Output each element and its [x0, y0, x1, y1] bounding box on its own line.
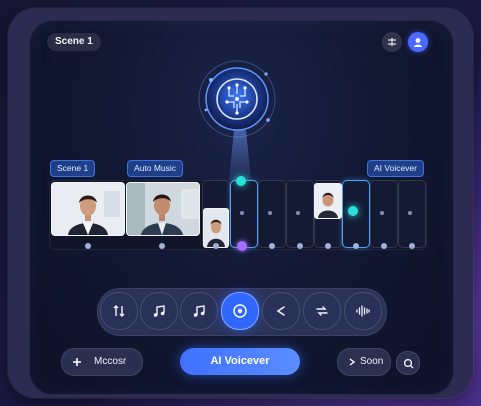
add-media-button[interactable]: Mccosr	[61, 348, 143, 376]
video-clip-4[interactable]	[314, 183, 342, 219]
track-dot	[409, 243, 415, 249]
trim-icon	[113, 305, 125, 317]
man-portrait-4	[315, 184, 341, 218]
transition-icon	[316, 306, 328, 316]
man-portrait-1	[52, 183, 124, 235]
soon-label: Soon	[360, 356, 384, 367]
slot-dot	[268, 211, 272, 215]
timeline-slot-4[interactable]	[286, 180, 314, 248]
scene-track-label[interactable]: Scene 1	[50, 160, 96, 177]
waveform-button[interactable]	[344, 292, 382, 330]
settings-button[interactable]	[382, 32, 402, 52]
share-icon	[276, 306, 285, 316]
add-media-label: Mccosr	[94, 356, 127, 367]
timeline-slot-2[interactable]	[230, 180, 258, 248]
record-icon	[233, 304, 247, 318]
playhead-marker[interactable]	[236, 176, 246, 186]
waveform-icon	[356, 305, 370, 317]
track-dot	[381, 243, 387, 249]
music-button-2[interactable]	[180, 292, 218, 330]
chevron-right-icon	[349, 358, 356, 366]
slot-dot	[380, 211, 384, 215]
music-button-1[interactable]	[140, 292, 178, 330]
scene-title-pill[interactable]: Scene 1	[47, 33, 101, 51]
auto-music-label[interactable]: Auto Music	[127, 160, 184, 177]
playhead-bottom-marker[interactable]	[237, 241, 247, 251]
man-portrait-3	[204, 209, 228, 247]
slot-dot	[296, 211, 300, 215]
auto-music-label-text: Auto Music	[134, 163, 177, 173]
trim-button[interactable]	[100, 292, 138, 330]
timeline-slot-3[interactable]	[258, 180, 286, 248]
music-note-icon	[193, 305, 205, 317]
slot-dot	[408, 211, 412, 215]
search-icon	[403, 358, 413, 368]
ai-brain-badge[interactable]	[196, 58, 278, 140]
video-clip-2[interactable]	[126, 182, 200, 236]
scene-track-label-text: Scene 1	[57, 163, 89, 173]
music-note-icon	[153, 305, 165, 317]
ai-voicever-button[interactable]: AI Voicever	[180, 348, 300, 375]
ai-brain-circuit-icon	[198, 60, 276, 138]
sliders-icon	[388, 38, 396, 46]
track-dot	[85, 243, 91, 249]
scene-title-label: Scene 1	[55, 36, 93, 47]
record-button[interactable]	[221, 292, 259, 330]
track-dot	[325, 243, 331, 249]
assistant-avatar-button[interactable]	[408, 32, 428, 52]
track-dot	[213, 243, 219, 249]
video-clip-1[interactable]	[51, 182, 125, 236]
timeline-slot-7[interactable]	[370, 180, 398, 248]
share-button[interactable]	[262, 292, 300, 330]
slot-dot	[240, 211, 244, 215]
transition-button[interactable]	[303, 292, 341, 330]
track-dot	[297, 243, 303, 249]
plus-icon	[73, 358, 81, 366]
ai-voicever-label[interactable]: AI Voicever	[367, 160, 424, 177]
video-clip-3[interactable]	[203, 208, 229, 248]
track-dot	[269, 243, 275, 249]
man-portrait-2	[127, 183, 199, 235]
soon-button[interactable]: Soon	[337, 348, 391, 376]
assistant-avatar-icon	[413, 38, 423, 47]
ai-voicever-label-text: AI Voicever	[374, 163, 417, 173]
search-button[interactable]	[396, 351, 420, 375]
timeline-slot-8[interactable]	[398, 180, 426, 248]
track-dot	[159, 243, 165, 249]
track-dot	[353, 243, 359, 249]
voice-marker[interactable]	[348, 206, 358, 216]
